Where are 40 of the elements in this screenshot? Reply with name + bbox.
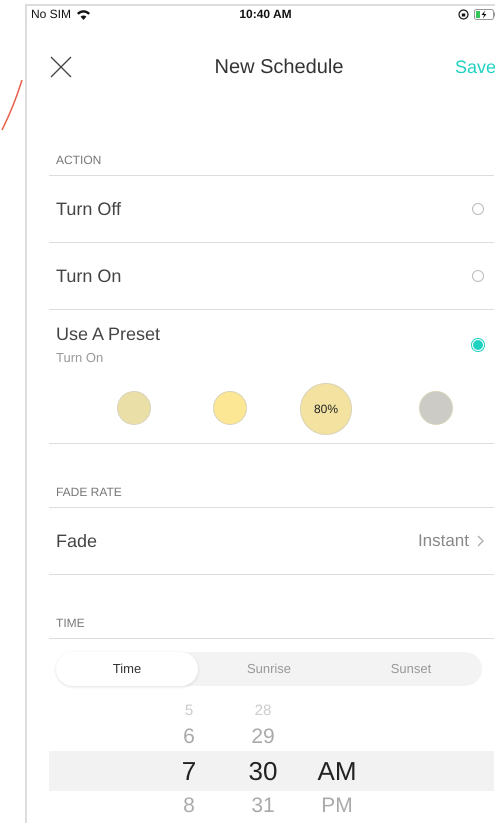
picker-value[interactable]: 7 — [164, 756, 214, 786]
section-header: FADE RATE — [56, 485, 122, 499]
segment-tab[interactable]: Sunrise — [198, 652, 340, 686]
option-label: Turn On — [56, 266, 122, 286]
rotation-lock-icon — [458, 8, 469, 20]
close-button[interactable] — [49, 55, 73, 79]
segment-tab[interactable]: Time — [56, 652, 198, 686]
picker-value[interactable]: 31 — [238, 794, 288, 818]
status-time: 10:40 AM — [238, 7, 293, 21]
option-label: Turn Off — [56, 198, 122, 220]
picker-value[interactable]: 6 — [164, 724, 214, 748]
page-title: New Schedule — [214, 56, 344, 78]
picker-value[interactable]: 8 — [164, 794, 214, 818]
picker-value[interactable]: PM — [312, 794, 362, 818]
carrier-label: No SIM — [31, 7, 72, 21]
radio-button[interactable] — [472, 203, 484, 215]
picker-value[interactable]: 30 — [238, 756, 288, 786]
radio-button[interactable] — [472, 270, 484, 282]
section-header: ACTION — [56, 153, 102, 167]
picker-value[interactable]: 29 — [238, 724, 288, 748]
picker-value[interactable]: AM — [312, 756, 362, 786]
save-button[interactable]: Save — [454, 56, 495, 78]
preset-swatch[interactable] — [117, 391, 151, 425]
battery-icon — [474, 8, 495, 20]
fade-row[interactable]: Fade Instant — [49, 508, 494, 575]
option-sublabel: Turn On — [56, 350, 104, 365]
fade-label: Fade — [56, 530, 98, 552]
wifi-icon — [76, 8, 92, 20]
chevron-icon — [477, 535, 484, 547]
action-option[interactable]: Turn On — [49, 243, 494, 310]
action-option[interactable]: Turn Off — [49, 176, 494, 243]
preset-swatch[interactable] — [419, 391, 453, 425]
preset-swatch[interactable] — [213, 391, 247, 425]
option-label: Use A Preset — [56, 324, 160, 345]
section-header: TIME — [56, 616, 85, 630]
action-option[interactable]: Use A Preset Turn On 80% — [49, 310, 494, 444]
annotation-arc — [1, 80, 23, 130]
preset-swatch[interactable]: 80% — [300, 383, 352, 435]
segment-tab[interactable]: Sunset — [340, 652, 482, 686]
fade-value: Instant — [418, 531, 469, 551]
